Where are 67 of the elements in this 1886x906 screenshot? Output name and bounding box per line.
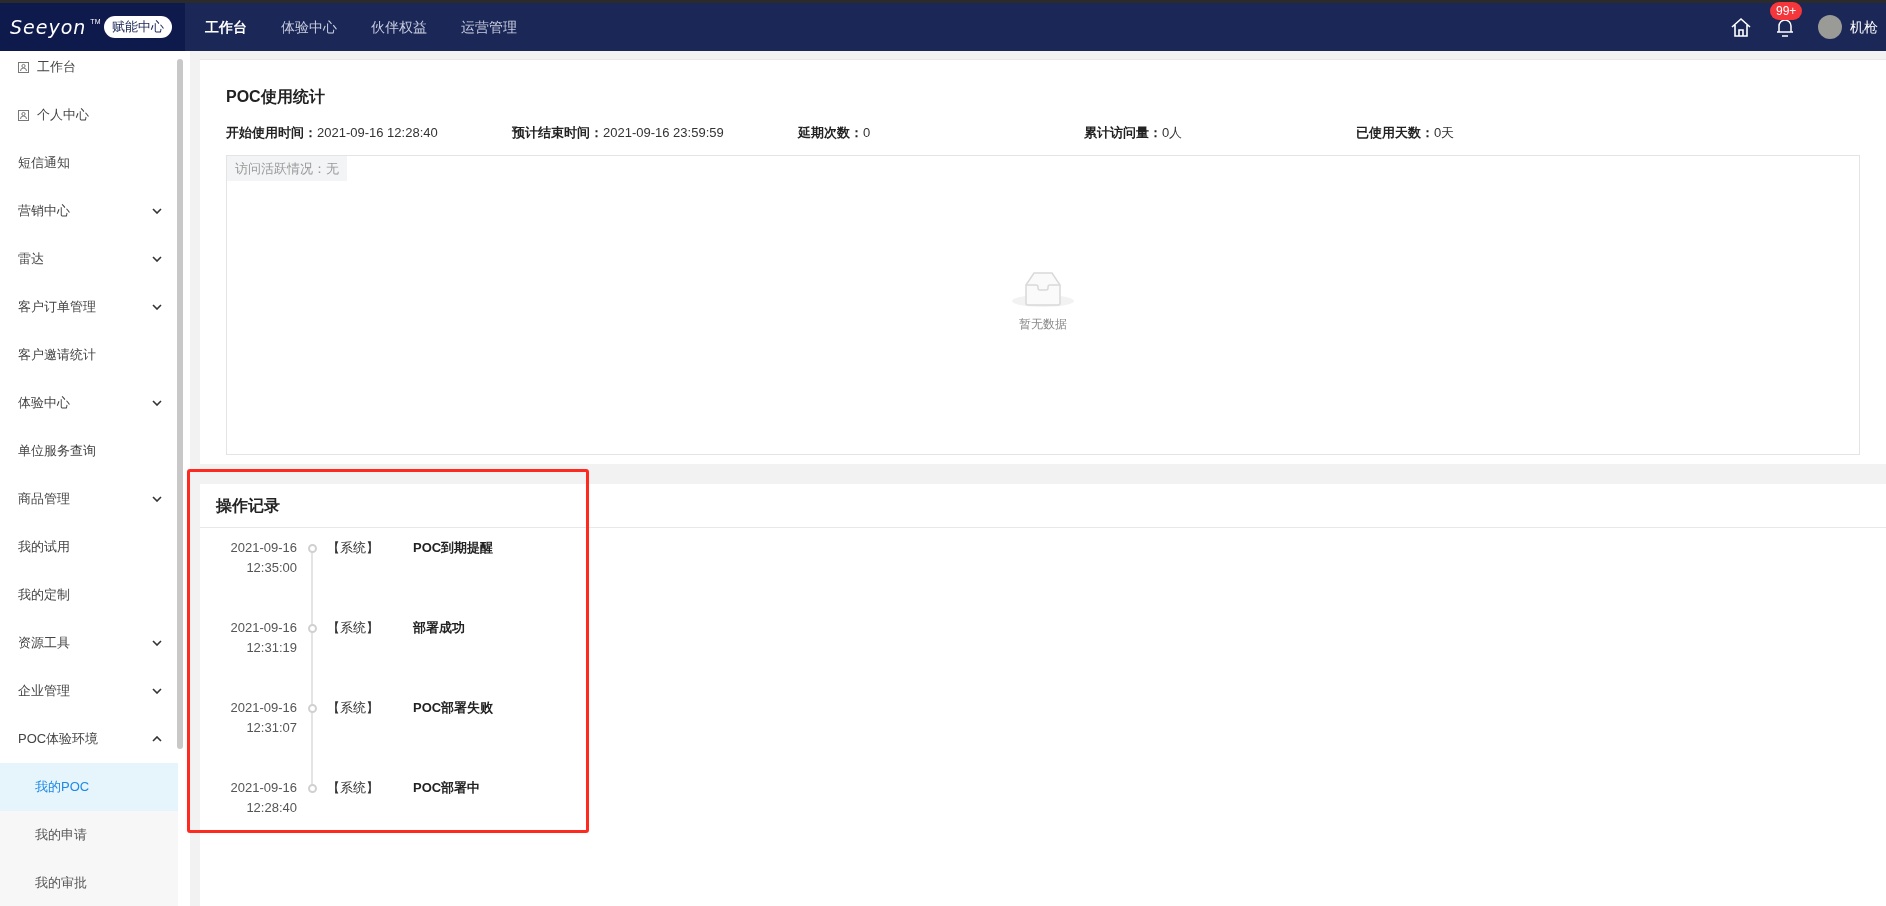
home-icon[interactable] xyxy=(1730,16,1752,38)
menu-group[interactable]: 雷达 xyxy=(0,235,178,283)
entry-source: 【系统】 xyxy=(327,699,380,717)
empty-state-text: 暂无数据 xyxy=(1019,315,1067,333)
chevron-down-icon xyxy=(152,304,162,310)
menu-item[interactable]: 短信通知 xyxy=(0,139,178,187)
menu-item[interactable]: 单位服务查询 xyxy=(0,427,178,475)
section-title: 操作记录 xyxy=(216,495,280,516)
entry-source: 【系统】 xyxy=(327,539,380,557)
entry-date: 2021-09-16 xyxy=(230,539,297,557)
user-name[interactable]: 机枪 xyxy=(1850,16,1878,38)
entry-event: POC部署失败 xyxy=(413,699,494,717)
menu-item[interactable]: 我的审批 xyxy=(0,859,178,906)
entry-event: POC部署中 xyxy=(413,779,481,797)
menu-group[interactable]: POC体验环境 xyxy=(0,715,178,763)
entry-source: 【系统】 xyxy=(327,619,380,637)
field-label: 预计结束时间： xyxy=(512,124,603,142)
entry-date: 2021-09-16 xyxy=(230,779,297,797)
contact-card-icon xyxy=(18,61,29,73)
chevron-down-icon xyxy=(152,400,162,406)
chevron-down-icon xyxy=(152,496,162,502)
menu-item[interactable]: 我的申请 xyxy=(0,811,178,859)
avatar[interactable] xyxy=(1818,15,1842,39)
menu-group[interactable]: 商品管理 xyxy=(0,475,178,523)
menu-item[interactable]: 工作台 xyxy=(0,43,178,91)
menu-group[interactable]: 客户订单管理 xyxy=(0,283,178,331)
entry-time: 12:31:19 xyxy=(246,639,297,657)
field-value: 0人 xyxy=(1162,124,1183,142)
field-label: 已使用天数： xyxy=(1356,124,1434,142)
nav-tab[interactable]: 体验中心 xyxy=(281,16,337,38)
entry-event: POC到期提醒 xyxy=(413,539,494,557)
menu-item[interactable]: 我的试用 xyxy=(0,523,178,571)
logo-wordmark: Seeyon xyxy=(10,14,87,40)
menu-item[interactable]: 我的定制 xyxy=(0,571,178,619)
menu-group[interactable]: 营销中心 xyxy=(0,187,178,235)
field-label: 开始使用时间： xyxy=(226,124,317,142)
notification-count: 99+ xyxy=(1770,2,1803,20)
entry-event: 部署成功 xyxy=(413,619,465,637)
menu-item[interactable]: 客户邀请统计 xyxy=(0,331,178,379)
field-label: 延期次数： xyxy=(798,124,863,142)
field-label: 累计访问量： xyxy=(1084,124,1162,142)
logo-badge: 赋能中心 xyxy=(104,16,173,38)
field-value: 0天 xyxy=(1434,124,1455,142)
entry-time: 12:28:40 xyxy=(246,799,297,817)
contact-card-icon xyxy=(18,109,29,121)
entry-time: 12:31:07 xyxy=(246,719,297,737)
menu-item[interactable]: 个人中心 xyxy=(0,91,178,139)
chevron-down-icon xyxy=(152,256,162,262)
chevron-down-icon xyxy=(152,640,162,646)
chevron-down-icon xyxy=(152,688,162,694)
menu-group[interactable]: 企业管理 xyxy=(0,667,178,715)
chevron-up-icon xyxy=(152,736,162,742)
nav-tab[interactable]: 工作台 xyxy=(205,16,247,38)
nav-tab[interactable]: 运营管理 xyxy=(461,16,517,38)
field-value: 2021-09-16 23:59:59 xyxy=(603,124,724,142)
menu-group[interactable]: 体验中心 xyxy=(0,379,178,427)
field-value: 0 xyxy=(863,124,871,142)
menu-group[interactable]: 资源工具 xyxy=(0,619,178,667)
entry-date: 2021-09-16 xyxy=(230,619,297,637)
activity-label: 访问活跃情况：无 xyxy=(227,155,347,181)
section-title: POC使用统计 xyxy=(226,87,326,107)
chevron-down-icon xyxy=(152,208,162,214)
field-value: 2021-09-16 12:28:40 xyxy=(317,124,438,142)
entry-date: 2021-09-16 xyxy=(230,699,297,717)
entry-source: 【系统】 xyxy=(327,779,380,797)
nav-tab[interactable]: 伙伴权益 xyxy=(371,16,427,38)
entry-time: 12:35:00 xyxy=(246,559,297,577)
